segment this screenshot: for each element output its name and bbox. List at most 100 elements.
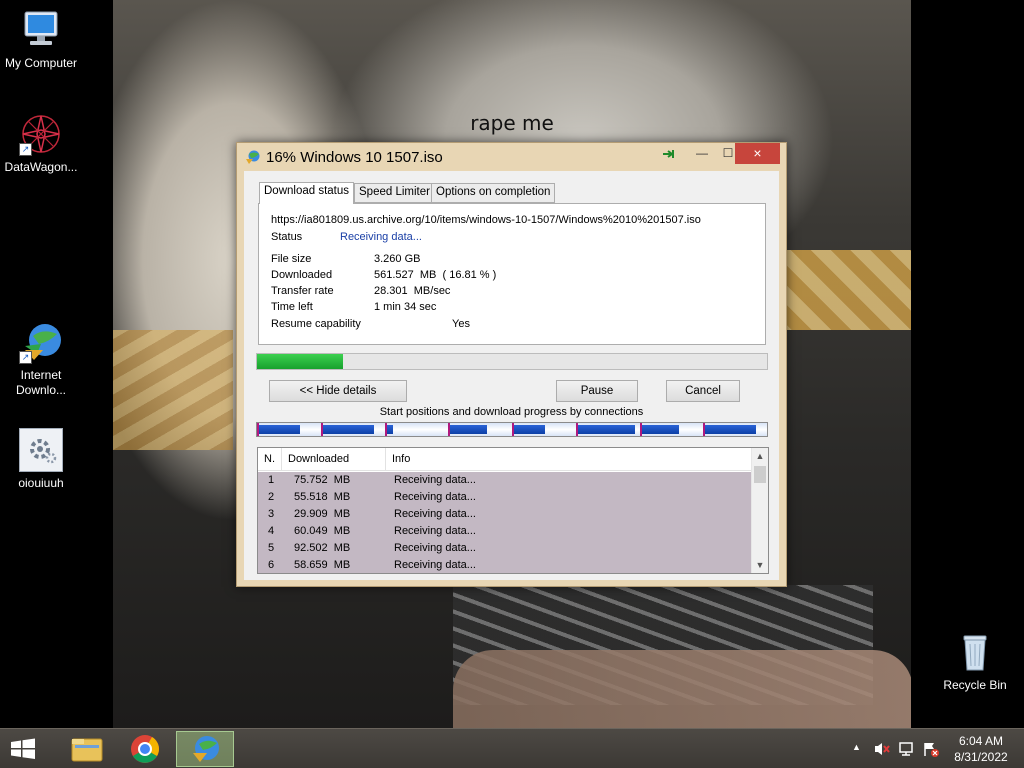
desktop-icon-internet-download-manager[interactable]: ↗ Internet Downlo... [0,320,82,398]
download-url: https://ia801809.us.archive.org/10/items… [271,214,701,226]
wallpaper-carpet-left [113,330,233,450]
shortcut-arrow-icon: ↗ [19,351,32,364]
status-value: Receiving data... [340,231,422,243]
connection-number: 2 [268,491,275,503]
download-progress-bar [256,353,768,370]
desktop-icon-label: Internet Downlo... [15,368,67,397]
file-size-label: File size [271,253,312,265]
connection-progress-segment [259,425,300,434]
transfer-rate-value: 28.301 MB/sec [374,285,451,297]
connection-number: 1 [268,474,275,486]
connection-number: 6 [268,559,275,571]
window-titlebar[interactable]: 16% Windows 10 1507.iso — ☐ × [237,143,786,171]
idm-app-icon [245,150,261,164]
resume-capability-label: Resume capability [271,318,361,330]
connection-progress-segment [642,425,679,434]
column-header-info[interactable]: Info [386,448,752,471]
resume-capability-value: Yes [452,318,470,330]
shortcut-arrow-icon: ↗ [19,143,32,156]
window-title: 16% Windows 10 1507.iso [266,149,443,166]
taskbar: ▲ 6:04 AM 8/31/2022 [0,728,1024,768]
idm-globe-icon: ↗ [19,320,63,364]
desktop-icon-recycle-bin[interactable]: Recycle Bin [934,630,1016,693]
desktop-icon-label: Recycle Bin [943,678,1007,692]
time-left-value: 1 min 34 sec [374,301,437,313]
wallpaper-arm [453,650,911,728]
cancel-button[interactable]: Cancel [666,380,740,402]
connections-progress-bar [256,422,768,437]
connection-info: Receiving data... [394,525,476,537]
connection-number: 3 [268,508,275,520]
time-left-label: Time left [271,301,313,313]
connection-row[interactable]: 2 55.518 MB Receiving data... [258,489,752,506]
network-icon[interactable] [898,741,916,760]
scroll-down-icon[interactable]: ▼ [752,557,768,573]
pause-button[interactable]: Pause [556,380,638,402]
file-explorer-icon[interactable] [58,731,116,767]
connection-row[interactable]: 5 92.502 MB Receiving data... [258,540,752,557]
connection-downloaded: 29.909 MB [294,508,351,520]
clock-date: 8/31/2022 [954,750,1008,764]
wallpaper-caption: rape me [470,111,554,135]
connection-row[interactable]: 1 75.752 MB Receiving data... [258,472,752,489]
window-client-area: Download status Speed Limiter Options on… [244,171,779,580]
recycle-bin-icon [953,630,997,674]
connection-row[interactable]: 6 58.659 MB Receiving data... [258,557,752,573]
connection-downloaded: 58.659 MB [294,559,351,571]
connection-info: Receiving data... [394,474,476,486]
column-header-number[interactable]: N. [258,448,282,471]
desktop-icon-datawagon[interactable]: ↗ DataWagon... [0,112,82,175]
hide-details-button[interactable]: << Hide details [269,380,407,402]
desktop-icon-oiouiuuh[interactable]: oiouiuuh [0,428,82,491]
connection-progress-segment [387,425,393,434]
desktop-icon-label: My Computer [4,56,78,70]
connection-progress-segment [705,425,756,434]
connection-progress-segment [514,425,545,434]
downloaded-label: Downloaded [271,269,333,281]
settings-file-icon [19,428,63,472]
start-button[interactable] [0,731,58,767]
download-status-panel: https://ia801809.us.archive.org/10/items… [258,203,766,345]
connection-row[interactable]: 3 29.909 MB Receiving data... [258,506,752,523]
connection-number: 5 [268,542,275,554]
connections-scrollbar[interactable]: ▲ ▼ [751,448,768,573]
connections-table[interactable]: N. Downloaded Info 1 75.752 MB Receiving d… [257,447,769,574]
connection-downloaded: 75.752 MB [294,474,351,486]
minimize-button[interactable]: — [689,143,715,164]
tab-speed-limiter[interactable]: Speed Limiter [354,183,435,203]
connection-info: Receiving data... [394,491,476,503]
computer-icon [19,8,63,52]
download-progress-fill [257,354,343,369]
volume-muted-icon[interactable] [873,741,891,760]
transfer-rate-label: Transfer rate [271,285,334,297]
connection-info: Receiving data... [394,508,476,520]
connection-downloaded: 55.518 MB [294,491,351,503]
connections-label: Start positions and download progress by… [379,406,644,418]
connection-downloaded: 60.049 MB [294,525,351,537]
connection-number: 4 [268,525,275,537]
tab-options-on-completion[interactable]: Options on completion [431,183,556,203]
file-size-value: 3.260 GB [374,253,421,265]
status-label: Status [271,231,303,243]
system-clock[interactable]: 6:04 AM 8/31/2022 [946,733,1016,765]
connection-info: Receiving data... [394,559,476,571]
connections-rows: 1 75.752 MB Receiving data... 2 55.518 MB Rec… [258,472,752,573]
connection-row[interactable]: 4 60.049 MB Receiving data... [258,523,752,540]
internet-download-manager-taskbar-icon[interactable] [176,731,234,767]
chrome-icon[interactable] [116,731,174,767]
column-header-downloaded[interactable]: Downloaded [282,448,386,471]
show-hidden-icons-icon[interactable]: ▲ [852,742,861,752]
download-progress-window: 16% Windows 10 1507.iso — ☐ × Download s… [236,142,787,587]
minimize-to-tray-icon[interactable] [657,143,681,164]
close-button[interactable]: × [735,143,780,164]
scroll-thumb[interactable] [754,466,766,483]
desktop-icon-my-computer[interactable]: My Computer [0,8,82,71]
desktop-icon-label: DataWagon... [4,160,78,174]
connections-table-header: N. Downloaded Info [258,448,752,471]
tab-download-status[interactable]: Download status [259,182,355,204]
action-center-flag-icon[interactable] [922,741,940,760]
downloaded-value: 561.527 MB ( 16.81 % ) [374,269,497,281]
scroll-up-icon[interactable]: ▲ [752,448,768,464]
clock-time: 6:04 AM [958,734,1004,748]
connection-info: Receiving data... [394,542,476,554]
